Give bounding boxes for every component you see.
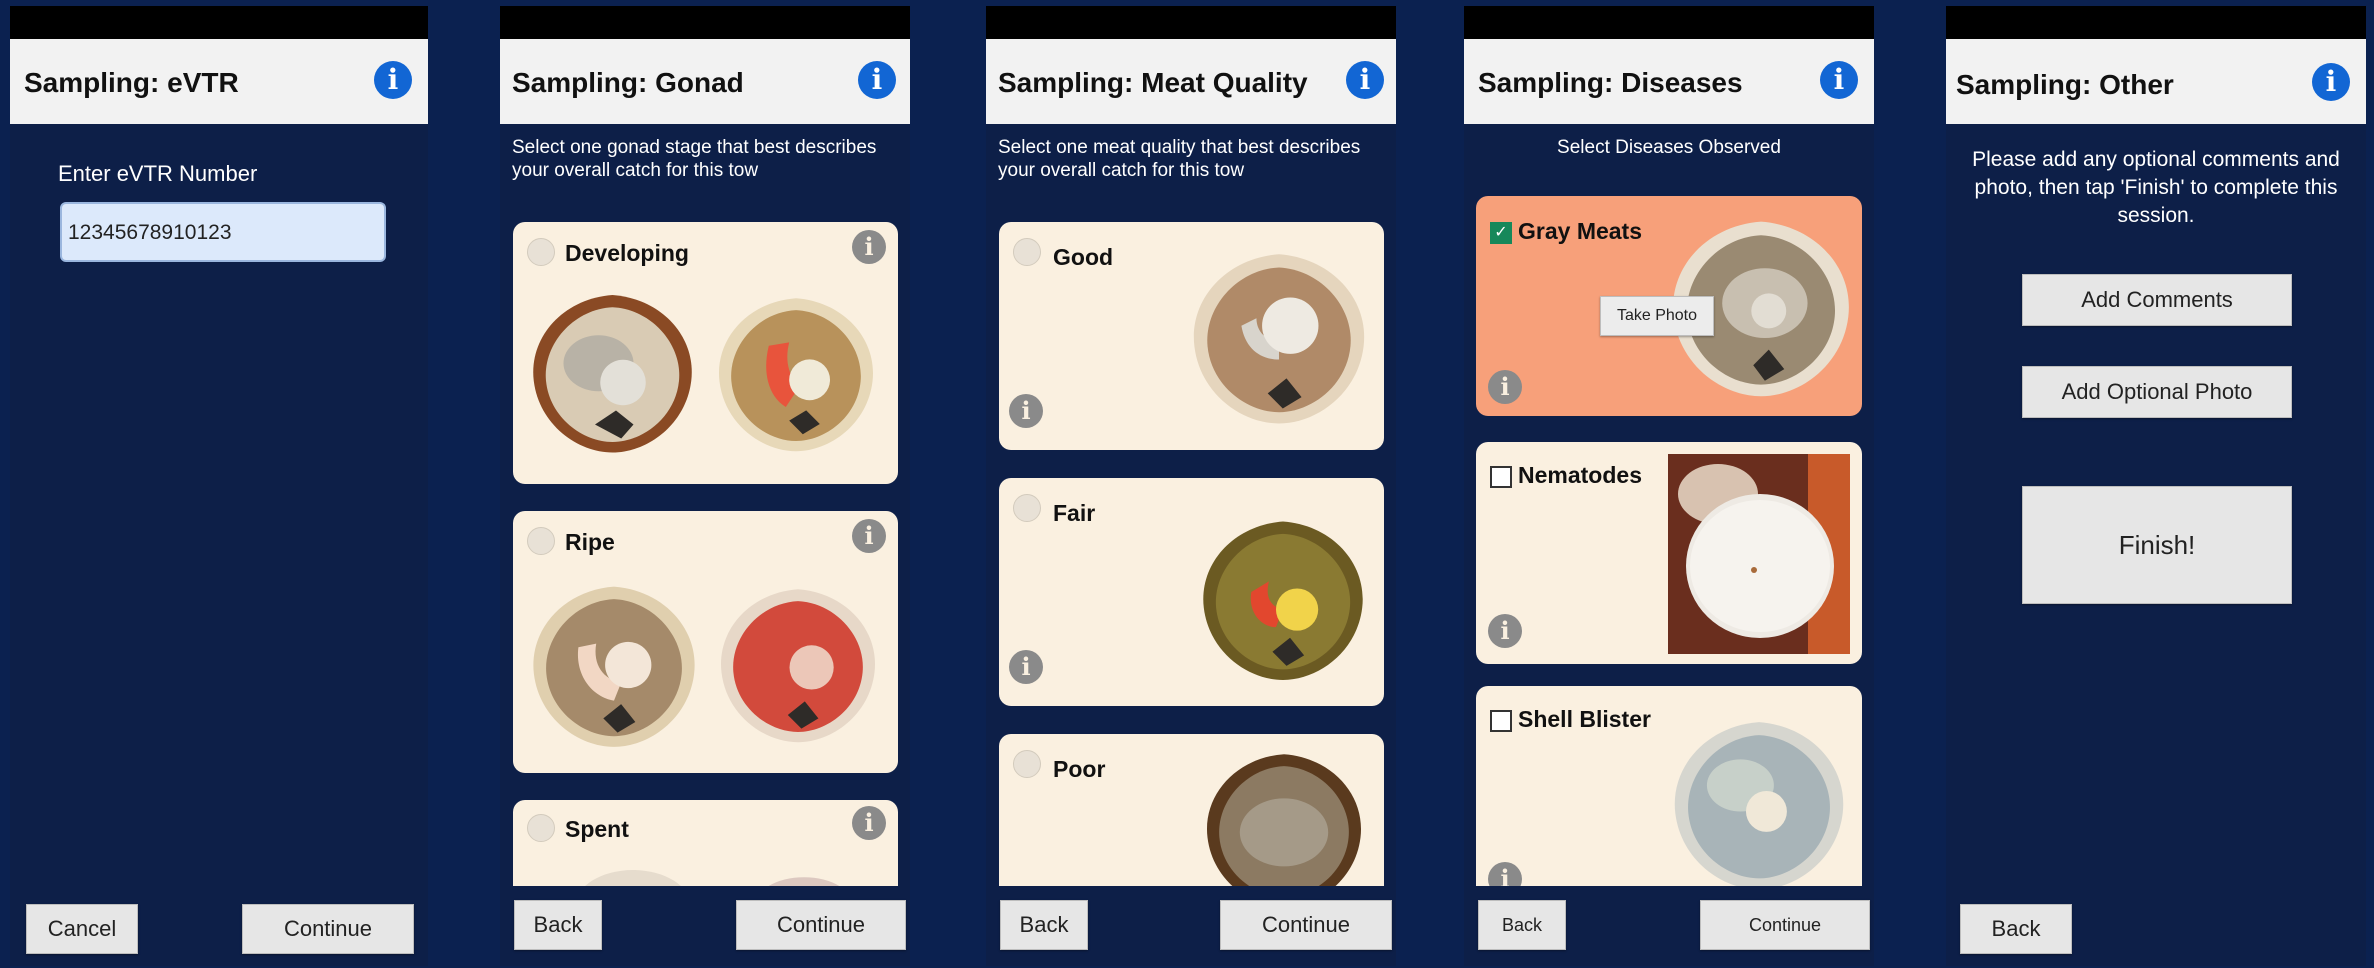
prompt-line: Select one meat quality that best descri… <box>998 137 1361 158</box>
page-title: Sampling: Other <box>1956 69 2174 100</box>
app-bar: Sampling: eVTR i <box>10 39 428 124</box>
back-button[interactable]: Back <box>514 900 602 950</box>
prompt-line: photo, then tap 'Finish' to complete thi… <box>1974 176 2338 199</box>
evtr-number-input[interactable]: 12345678910123 <box>60 202 386 262</box>
meat-prompt: Select one meat quality that best descri… <box>998 136 1360 182</box>
gonad-option-spent[interactable]: Spent i <box>513 800 898 900</box>
evtr-field-label: Enter eVTR Number <box>58 161 258 186</box>
continue-button[interactable]: Continue <box>736 900 906 950</box>
status-bar <box>1946 6 2366 39</box>
nematode-meat-image <box>1668 454 1850 654</box>
info-icon[interactable]: i <box>1346 61 1384 99</box>
info-icon[interactable]: i <box>1488 614 1522 648</box>
take-photo-button[interactable]: Take Photo <box>1600 296 1714 336</box>
radio-button[interactable] <box>1013 238 1041 266</box>
status-bar <box>10 6 428 39</box>
radio-button[interactable] <box>1013 494 1041 522</box>
page-title: Sampling: Meat Quality <box>998 67 1308 98</box>
option-label: Developing <box>565 240 689 266</box>
option-label: Poor <box>1053 756 1106 782</box>
scallop-photo <box>718 298 874 452</box>
info-icon[interactable]: i <box>374 61 412 99</box>
continue-button[interactable]: Continue <box>1700 900 1870 950</box>
app-bar: Sampling: Diseases i <box>1464 39 1874 124</box>
meat-option-poor[interactable]: Poor <box>999 734 1384 900</box>
checkbox[interactable] <box>1490 466 1512 488</box>
option-label: Nematodes <box>1518 462 1642 488</box>
disease-option-nematodes[interactable]: Nematodes i <box>1476 442 1862 664</box>
option-label: Good <box>1053 244 1114 270</box>
continue-button[interactable]: Continue <box>242 904 414 954</box>
screen-other: Sampling: Other i Please add any optiona… <box>1946 6 2366 966</box>
info-icon[interactable]: i <box>1009 650 1043 684</box>
back-button[interactable]: Back <box>1960 904 2072 954</box>
radio-button[interactable] <box>1013 750 1041 778</box>
gonad-prompt: Select one gonad stage that best describ… <box>512 136 876 182</box>
info-icon[interactable]: i <box>858 61 896 99</box>
option-label: Gray Meats <box>1518 218 1643 244</box>
checkbox-checked[interactable]: ✓ <box>1490 222 1512 244</box>
disease-option-gray-meats[interactable]: ✓ Gray Meats Take Photo i <box>1476 196 1862 416</box>
status-bar <box>500 6 910 39</box>
prompt-line: Select one gonad stage that best describ… <box>512 137 877 158</box>
info-icon[interactable]: i <box>852 230 886 264</box>
evtr-number-value: 12345678910123 <box>68 221 232 244</box>
meat-option-fair[interactable]: Fair i <box>999 478 1384 706</box>
info-icon[interactable]: i <box>1009 394 1043 428</box>
prompt-line: session. <box>2117 204 2195 227</box>
info-icon[interactable]: i <box>852 806 886 840</box>
option-label: Shell Blister <box>1518 706 1651 732</box>
app-bar: Sampling: Gonad i <box>500 39 910 124</box>
prompt-line: your overall catch for this tow <box>512 160 759 181</box>
checkbox[interactable] <box>1490 710 1512 732</box>
radio-button[interactable] <box>527 814 555 842</box>
scallop-photo <box>720 589 876 743</box>
disease-option-shell-blister[interactable]: Shell Blister i <box>1476 686 1862 900</box>
continue-button[interactable]: Continue <box>1220 900 1392 950</box>
scallop-photo <box>533 295 692 453</box>
radio-button[interactable] <box>527 527 555 555</box>
add-comments-button[interactable]: Add Comments <box>2022 274 2292 326</box>
option-label: Ripe <box>565 529 615 555</box>
back-button[interactable]: Back <box>1000 900 1088 950</box>
scallop-photo <box>1193 254 1365 424</box>
info-icon[interactable]: i <box>1488 370 1522 404</box>
app-bar: Sampling: Meat Quality i <box>986 39 1396 124</box>
app-bar: Sampling: Other i <box>1946 39 2366 124</box>
add-optional-photo-button[interactable]: Add Optional Photo <box>2022 366 2292 418</box>
finish-button[interactable]: Finish! <box>2022 486 2292 604</box>
page-title: Sampling: Gonad <box>512 67 744 98</box>
page-title: Sampling: Diseases <box>1478 67 1743 98</box>
back-button[interactable]: Back <box>1478 900 1566 950</box>
diseases-prompt: Select Diseases Observed <box>1557 137 1781 158</box>
radio-button[interactable] <box>527 238 555 266</box>
gonad-option-developing[interactable]: Developing i <box>513 222 898 484</box>
nematode-photo <box>1668 454 1850 654</box>
info-icon[interactable]: i <box>852 519 886 553</box>
scallop-photo <box>1674 722 1844 890</box>
option-label: Spent <box>565 816 629 842</box>
screen-meat-quality: Sampling: Meat Quality i Select one meat… <box>986 6 1396 966</box>
status-bar <box>1464 6 1874 39</box>
cancel-button[interactable]: Cancel <box>26 904 138 954</box>
option-label: Fair <box>1053 500 1096 526</box>
screen-diseases: Sampling: Diseases i Select Diseases Obs… <box>1464 6 1874 966</box>
screen-gonad: Sampling: Gonad i Select one gonad stage… <box>500 6 910 966</box>
gonad-option-ripe[interactable]: Ripe i <box>513 511 898 773</box>
prompt-line: your overall catch for this tow <box>998 160 1245 181</box>
scallop-photo <box>1206 754 1362 900</box>
page-title: Sampling: eVTR <box>24 67 239 98</box>
info-icon[interactable]: i <box>2312 63 2350 101</box>
prompt-line: Please add any optional comments and <box>1972 148 2340 171</box>
meat-option-good[interactable]: Good i <box>999 222 1384 450</box>
screen-evtr: Sampling: eVTR i Enter eVTR Number 12345… <box>10 6 428 966</box>
scallop-photo <box>1203 521 1363 680</box>
scallop-photo <box>533 586 695 747</box>
other-prompt: Please add any optional comments and pho… <box>1946 146 2366 230</box>
status-bar <box>986 6 1396 39</box>
info-icon[interactable]: i <box>1820 61 1858 99</box>
